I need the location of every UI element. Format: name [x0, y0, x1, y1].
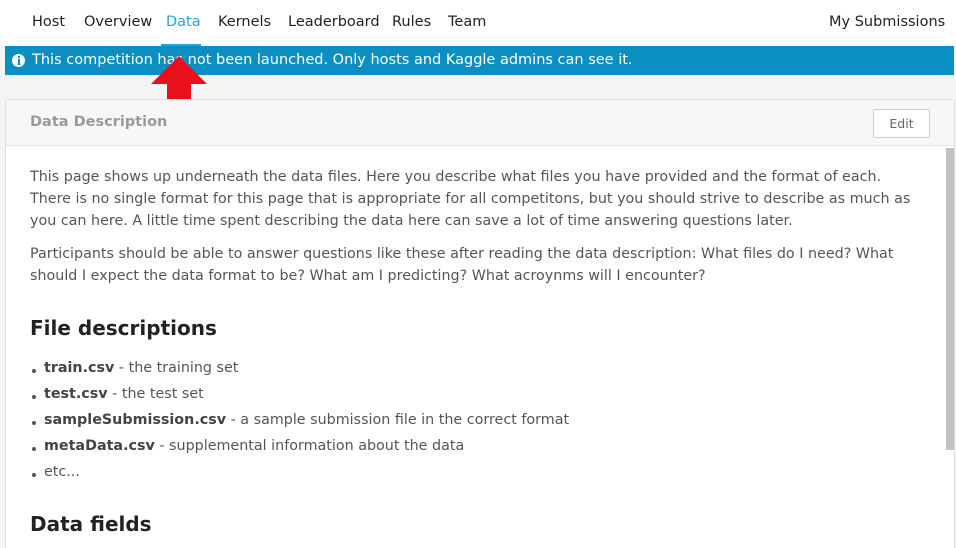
file-name: sampleSubmission.csv	[44, 412, 227, 428]
nav-overview[interactable]: Overview	[84, 12, 152, 32]
my-submissions-link[interactable]: My Submissions	[829, 12, 945, 32]
description-content: This page shows up underneath the data f…	[30, 166, 926, 535]
file-desc: - a sample submission file in the correc…	[226, 412, 570, 428]
nav-data[interactable]: Data	[166, 12, 201, 32]
file-list: train.csv - the training set test.csv - …	[30, 357, 910, 487]
data-description-card: Data Description Edit This page shows up…	[5, 99, 955, 548]
file-name: metaData.csv	[44, 438, 155, 454]
data-fields-heading: Data fields	[30, 512, 152, 536]
description-paragraph: This page shows up underneath the data f…	[30, 169, 911, 229]
file-name: test.csv	[44, 386, 108, 402]
nav-team[interactable]: Team	[448, 12, 486, 32]
list-item: metaData.csv - supplemental information …	[30, 435, 910, 461]
scrollbar-thumb[interactable]	[946, 148, 954, 450]
file-descriptions-heading: File descriptions	[30, 316, 217, 340]
edit-button[interactable]: Edit	[873, 109, 930, 138]
launch-status-banner: This competition has not been launched. …	[5, 46, 954, 75]
file-name: train.csv	[44, 360, 115, 376]
file-desc: - supplemental information about the dat…	[154, 438, 465, 454]
file-desc: etc...	[44, 464, 80, 480]
top-nav: Host Overview Data Kernels Leaderboard R…	[0, 0, 956, 47]
nav-leaderboard[interactable]: Leaderboard	[288, 12, 380, 32]
list-item: sampleSubmission.csv - a sample submissi…	[30, 409, 910, 435]
card-title: Data Description	[30, 114, 168, 130]
info-icon	[12, 54, 25, 67]
list-item: test.csv - the test set	[30, 383, 910, 409]
list-item: etc...	[30, 461, 910, 487]
nav-kernels[interactable]: Kernels	[218, 12, 271, 32]
file-desc: - the test set	[107, 386, 204, 402]
card-header: Data Description Edit	[6, 100, 954, 146]
banner-text: This competition has not been launched. …	[32, 52, 633, 68]
nav-rules[interactable]: Rules	[392, 12, 431, 32]
file-desc: - the training set	[114, 360, 239, 376]
description-paragraph: Participants should be able to answer qu…	[30, 246, 894, 284]
list-item: train.csv - the training set	[30, 357, 910, 383]
nav-host[interactable]: Host	[32, 12, 65, 32]
